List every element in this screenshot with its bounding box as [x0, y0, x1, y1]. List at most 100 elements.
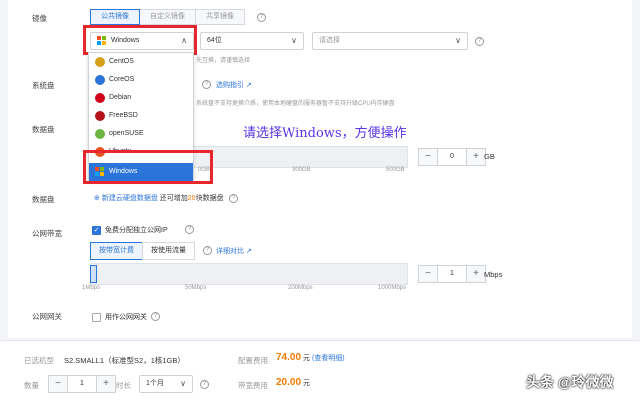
- os-option-coreos[interactable]: CoreOS: [89, 71, 193, 89]
- freebsd-icon: [95, 111, 105, 121]
- image-label: 镜像: [32, 14, 47, 23]
- model-label: 已选机型: [24, 356, 54, 365]
- os-option-label: CentOS: [109, 58, 134, 65]
- bandwidth-fee-label: 带宽费用: [238, 381, 268, 390]
- config-fee-unit: 元: [302, 355, 310, 362]
- bandwidth-plus-button[interactable]: +: [466, 265, 486, 283]
- detail-compare-text: 详细对比: [216, 248, 244, 255]
- gateway-checkbox-label: 用作公网网关: [105, 314, 147, 321]
- system-disk-note: 系统盘不支持更换介质，使用本地硬盘的服务器暂不支持升级CPU内存硬盘: [196, 101, 395, 107]
- config-fee-label: 配置费用: [238, 356, 268, 365]
- checkbox-unchecked-icon[interactable]: [92, 312, 101, 322]
- data-disk-size-input[interactable]: 0: [438, 148, 466, 166]
- help-icon[interactable]: ?: [200, 380, 209, 389]
- data-disk-tick: 300GB: [292, 167, 311, 173]
- bandwidth-label: 公网带宽: [32, 229, 62, 238]
- bandwidth-slider-handle[interactable]: [90, 265, 97, 283]
- os-option-opensuse[interactable]: openSUSE: [89, 125, 193, 143]
- tab-public-image[interactable]: 公共镜像: [90, 9, 140, 25]
- help-icon[interactable]: ?: [185, 225, 194, 234]
- os-option-freebsd[interactable]: FreeBSD: [89, 107, 193, 125]
- os-option-label: openSUSE: [109, 130, 144, 137]
- help-icon[interactable]: ?: [151, 312, 160, 321]
- duration-select[interactable]: 1个月 ∨: [139, 375, 193, 393]
- version-select-value: 64位: [207, 37, 222, 44]
- config-fee: 74.00 元 (查看明细): [276, 352, 345, 363]
- data-disk-plus-button[interactable]: +: [466, 148, 486, 166]
- os-option-label: FreeBSD: [109, 112, 138, 119]
- bandwidth-stepper: − 1 +: [418, 265, 486, 283]
- help-icon[interactable]: ?: [475, 37, 484, 46]
- bandwidth-minus-button[interactable]: −: [418, 265, 438, 283]
- bandwidth-tick: 200Mbps: [288, 285, 313, 291]
- image-hint: 先互换，请谨慎选择: [196, 58, 251, 64]
- free-ip-option[interactable]: ✓ 免费分配独立公网IP: [92, 225, 168, 235]
- os-option-label: Debian: [109, 94, 132, 101]
- image-detail-select[interactable]: 请选择 ∨: [312, 32, 468, 50]
- free-ip-label: 免费分配独立公网IP: [105, 227, 168, 234]
- duration-value: 1个月: [146, 380, 164, 387]
- external-link-icon: ↗: [245, 82, 252, 89]
- gateway-option[interactable]: 用作公网网关: [92, 312, 147, 322]
- debian-icon: [95, 93, 105, 103]
- data-disk-minus-button[interactable]: −: [418, 148, 438, 166]
- quantity-plus-button[interactable]: +: [96, 375, 116, 393]
- image-tabs: 公共镜像 自定义镜像 共享镜像: [90, 9, 245, 25]
- image-detail-placeholder: 请选择: [319, 37, 340, 44]
- tab-shared-image[interactable]: 共享镜像: [195, 9, 245, 25]
- help-icon[interactable]: ?: [257, 13, 266, 22]
- config-fee-value: 74.00: [276, 352, 302, 363]
- model-value: S2.SMALL1（标准型S2，1核1GB）: [64, 356, 185, 365]
- billing-by-bandwidth-button[interactable]: 按带宽计费: [90, 242, 143, 260]
- remaining-count: 20: [187, 195, 196, 202]
- data-disk-tick: 500GB: [386, 167, 405, 173]
- system-disk-label: 系统盘: [32, 81, 55, 90]
- help-icon[interactable]: ?: [202, 80, 211, 89]
- remaining-suffix: 块数据盘: [195, 195, 224, 202]
- chevron-down-icon: ∨: [180, 379, 186, 388]
- purchase-guide-link[interactable]: 选购指引 ↗: [216, 80, 252, 90]
- add-data-disk-row: ⊕ 新建云硬盘数据盘 还可增加20块数据盘: [94, 193, 224, 203]
- highlight-windows-option: [83, 150, 213, 184]
- bandwidth-unit: Mbps: [484, 270, 503, 279]
- add-data-disk-link[interactable]: 新建云硬盘数据盘: [102, 195, 158, 202]
- quantity-input[interactable]: 1: [68, 375, 96, 393]
- remaining-prefix: 还可增加: [159, 195, 188, 202]
- bandwidth-input[interactable]: 1: [438, 265, 466, 283]
- chevron-down-icon: ∨: [455, 36, 461, 45]
- billing-by-traffic-button[interactable]: 按使用流量: [142, 242, 195, 260]
- bandwidth-slider[interactable]: [90, 263, 408, 285]
- billing-toggle: 按带宽计费 按使用流量: [90, 242, 195, 260]
- bandwidth-tick: 50Mbps: [185, 285, 207, 291]
- quantity-minus-button[interactable]: −: [48, 375, 68, 393]
- os-option-centos[interactable]: CentOS: [89, 53, 193, 71]
- centos-icon: [95, 57, 105, 67]
- version-select[interactable]: 64位 ∨: [200, 32, 304, 50]
- os-option-debian[interactable]: Debian: [89, 89, 193, 107]
- chevron-down-icon: ∨: [291, 36, 297, 45]
- add-circle-icon[interactable]: ⊕: [94, 195, 100, 202]
- data-disk-stepper: − 0 +: [418, 148, 486, 166]
- help-icon[interactable]: ?: [203, 246, 212, 255]
- annotation-text: 请选择Windows，方便操作: [243, 126, 407, 141]
- checkbox-checked-icon[interactable]: ✓: [92, 225, 101, 235]
- os-option-label: CoreOS: [109, 76, 135, 83]
- external-link-icon: ↗: [245, 248, 252, 255]
- tab-custom-image[interactable]: 自定义镜像: [139, 9, 196, 25]
- highlight-os-select: [83, 25, 197, 55]
- data-disk-unit: GB: [484, 152, 495, 161]
- bandwidth-tick: 1Mbps: [82, 285, 101, 291]
- coreos-icon: [95, 75, 105, 85]
- data-disk2-label: 数据盘: [32, 195, 55, 204]
- watermark: 头条 @玲微微: [526, 374, 614, 390]
- bandwidth-fee-value: 20.00: [276, 377, 302, 388]
- gateway-label: 公网网关: [32, 312, 62, 321]
- opensuse-icon: [95, 129, 105, 139]
- quantity-stepper: − 1 +: [48, 375, 116, 393]
- purchase-guide-text: 选购指引: [216, 82, 244, 89]
- duration-label: 时长: [116, 381, 131, 390]
- help-icon[interactable]: ?: [229, 194, 238, 203]
- detail-compare-link[interactable]: 详细对比 ↗: [216, 246, 252, 256]
- bandwidth-tick: 1000Mbps: [378, 285, 407, 291]
- view-detail-link[interactable]: (查看明细): [312, 355, 345, 362]
